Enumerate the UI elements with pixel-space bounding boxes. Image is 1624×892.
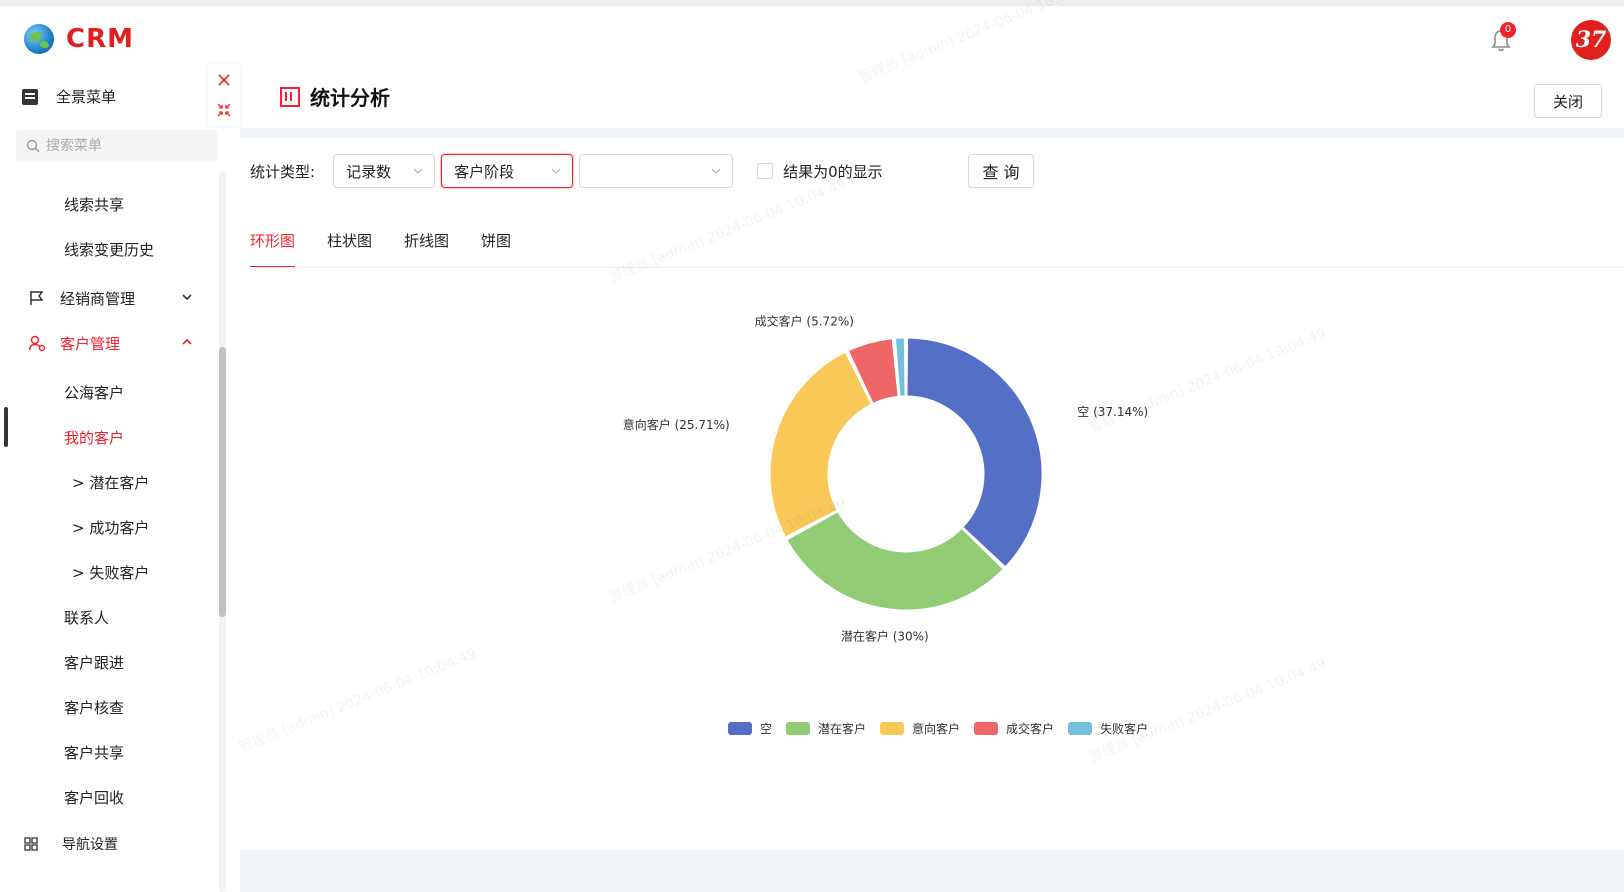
legend-swatch — [728, 722, 752, 735]
sidebar: 全景菜单 线索共享 线索变更历史 经销商管理 客户管理 — [0, 66, 236, 892]
top-bar: CRM 0 37 — [0, 0, 1624, 66]
scrollbar-thumb[interactable] — [219, 347, 226, 617]
slice-label: 意向客户 (25.71%) — [623, 417, 730, 432]
logo-text: CRM — [66, 24, 134, 54]
sidebar-item-customer-check[interactable]: 客户核查 — [0, 687, 226, 727]
float-controls — [208, 64, 240, 126]
sidebar-item-potential-customers[interactable]: > 潜在客户 — [0, 462, 226, 502]
slice-label: 空 (37.14%) — [1077, 405, 1148, 419]
flag-icon — [30, 291, 44, 305]
globe-icon — [24, 24, 54, 54]
chart-legend: 空 潜在客户 意向客户 成交客户 失败客户 — [728, 720, 1162, 737]
chevron-up-icon — [182, 338, 192, 345]
user-manage-icon — [28, 335, 46, 352]
sidebar-item-failed-customers[interactable]: > 失败客户 — [0, 552, 226, 592]
donut-slice[interactable] — [769, 351, 872, 538]
chevron-down-icon — [182, 294, 192, 301]
sidebar-item-contacts[interactable]: 联系人 — [0, 597, 226, 637]
legend-item[interactable]: 成交客户 — [974, 720, 1054, 737]
kanban-icon — [280, 86, 300, 107]
collapse-icon[interactable] — [216, 102, 232, 118]
full-menu-header[interactable]: 全景菜单 — [22, 86, 116, 107]
legend-swatch — [974, 722, 999, 735]
menu-search-box[interactable] — [16, 130, 218, 162]
donut-slice[interactable] — [906, 337, 1043, 568]
nav-settings[interactable]: 导航设置 — [24, 834, 118, 854]
user-avatar[interactable]: 37 — [1571, 20, 1611, 60]
legend-item[interactable]: 潜在客户 — [786, 720, 866, 737]
legend-swatch — [786, 722, 811, 735]
slice-label: 成交客户 (5.72%) — [755, 314, 854, 329]
legend-item[interactable]: 失败客户 — [1068, 720, 1148, 737]
menu-search-input[interactable] — [46, 138, 206, 154]
main-area: 统计分析 关闭 统计类型: 记录数 客户阶段 结果为0的显示 查 询 环形图 柱… — [240, 64, 1624, 892]
sidebar-item-dealer-management[interactable]: 经销商管理 — [0, 278, 226, 318]
legend-swatch — [880, 722, 905, 735]
full-menu-label: 全景菜单 — [56, 88, 117, 106]
sidebar-item-customer-share[interactable]: 客户共享 — [0, 732, 226, 772]
sidebar-item-my-customers[interactable]: 我的客户 — [0, 417, 226, 457]
sidebar-item-customer-followup[interactable]: 客户跟进 — [0, 642, 226, 682]
slice-label: 潜在客户 (30%) — [841, 629, 929, 644]
grid-icon — [24, 837, 38, 851]
page-title: 统计分析 — [280, 82, 390, 111]
panel-body: 统计类型: 记录数 客户阶段 结果为0的显示 查 询 环形图 柱状图 折线图 饼… — [240, 138, 1624, 850]
legend-swatch — [1068, 722, 1093, 735]
sidebar-item-customer-recycle[interactable]: 客户回收 — [0, 777, 226, 817]
legend-item[interactable]: 意向客户 — [880, 720, 960, 737]
search-icon — [26, 139, 40, 153]
close-icon[interactable] — [216, 72, 232, 88]
sidebar-item-clue-history[interactable]: 线索变更历史 — [0, 229, 226, 269]
sidebar-item-clue-share[interactable]: 线索共享 — [0, 184, 226, 224]
close-button[interactable]: 关闭 — [1534, 84, 1602, 118]
legend-item[interactable]: 空 — [728, 720, 772, 737]
panel-header: 统计分析 关闭 — [240, 64, 1624, 128]
donut-chart: 空 (37.14%) 潜在客户 (30%) 意向客户 (25.71%) 成交客户 (5… — [623, 314, 1148, 644]
sidebar-item-public-customers[interactable]: 公海客户 — [0, 372, 226, 412]
app-logo[interactable]: CRM — [24, 24, 134, 54]
sidebar-item-success-customers[interactable]: > 成功客户 — [0, 507, 226, 547]
notification-badge: 0 — [1500, 22, 1516, 38]
menu-list-icon — [22, 88, 38, 105]
sidebar-scrollbar[interactable] — [219, 172, 226, 892]
sidebar-item-customer-management[interactable]: 客户管理 — [0, 323, 226, 363]
